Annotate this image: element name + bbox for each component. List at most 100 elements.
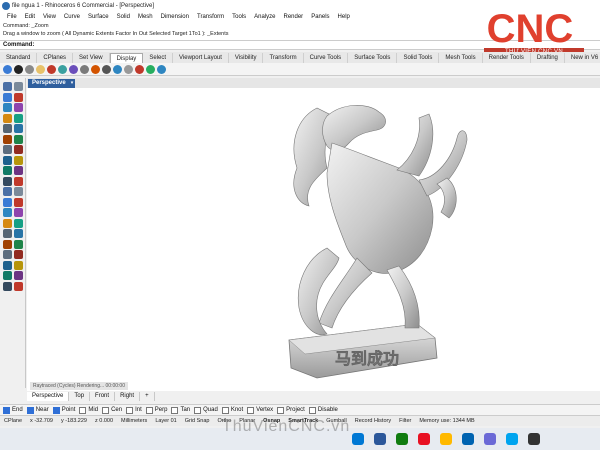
tool-icon[interactable] — [3, 239, 12, 249]
status-filter[interactable]: Filter — [395, 418, 415, 424]
osnap-checkbox[interactable] — [171, 406, 179, 414]
taskbar-app-icon[interactable] — [528, 433, 540, 445]
tool-icon[interactable] — [14, 103, 23, 112]
osnap-checkbox[interactable] — [102, 406, 110, 414]
menu-edit[interactable]: Edit — [21, 14, 39, 20]
status-layer[interactable]: Layer 01 — [151, 418, 180, 424]
display-mode-icon[interactable] — [3, 64, 12, 74]
taskbar-app-icon[interactable] — [462, 433, 474, 445]
tool-icon[interactable] — [14, 250, 23, 259]
tab-display[interactable]: Display — [109, 53, 144, 63]
osnap-checkbox[interactable] — [145, 406, 153, 414]
display-mode-icon[interactable] — [47, 64, 56, 74]
taskbar-app-icon[interactable] — [418, 433, 430, 445]
display-mode-icon[interactable] — [69, 64, 78, 74]
menu-surface[interactable]: Surface — [84, 14, 113, 20]
tab-solid-tools[interactable]: Solid Tools — [397, 53, 440, 63]
osnap-checkbox[interactable] — [308, 406, 316, 414]
osnap-disable[interactable]: Disable — [308, 406, 338, 414]
display-mode-icon[interactable] — [14, 64, 23, 74]
tool-icon[interactable] — [3, 92, 12, 102]
tool-icon[interactable] — [3, 166, 12, 175]
osnap-checkbox[interactable] — [126, 406, 134, 414]
status-units[interactable]: Millimeters — [117, 418, 151, 424]
menu-view[interactable]: View — [39, 14, 60, 20]
display-mode-icon[interactable] — [58, 64, 67, 74]
tool-icon[interactable] — [14, 208, 23, 217]
tool-icon[interactable] — [3, 229, 12, 238]
tab-select[interactable]: Select — [143, 53, 173, 63]
status-cplane[interactable]: CPlane — [0, 418, 26, 424]
tab-cplanes[interactable]: CPlanes — [37, 53, 74, 63]
tab-visibility[interactable]: Visibility — [229, 53, 264, 63]
taskbar-app-icon[interactable] — [506, 433, 518, 445]
viewport-tab-perspective[interactable]: Perspective — [27, 391, 70, 401]
tab-new-in-v6[interactable]: New in V6 — [565, 53, 600, 63]
osnap-checkbox[interactable] — [194, 406, 202, 414]
status-grid-snap[interactable]: Grid Snap — [181, 418, 214, 424]
osnap-checkbox[interactable] — [247, 406, 255, 414]
tab-standard[interactable]: Standard — [0, 53, 38, 63]
osnap-checkbox[interactable] — [52, 406, 60, 414]
viewport-tab-right[interactable]: Right — [115, 391, 141, 401]
osnap-mid[interactable]: Mid — [79, 406, 98, 414]
osnap-checkbox[interactable] — [221, 406, 229, 414]
tool-icon[interactable] — [14, 176, 23, 186]
viewport-title[interactable]: Perspective — [28, 79, 70, 88]
menu-transform[interactable]: Transform — [193, 14, 228, 20]
tool-icon[interactable] — [3, 82, 12, 91]
display-mode-icon[interactable] — [113, 64, 122, 74]
tool-icon[interactable] — [3, 113, 12, 123]
tool-icon[interactable] — [3, 281, 12, 291]
osnap-checkbox[interactable] — [79, 406, 87, 414]
taskbar-app-icon[interactable] — [396, 433, 408, 445]
osnap-checkbox[interactable] — [277, 406, 285, 414]
menu-help[interactable]: Help — [334, 14, 354, 20]
tab-drafting[interactable]: Drafting — [531, 53, 565, 63]
menu-analyze[interactable]: Analyze — [250, 14, 279, 20]
tab-curve-tools[interactable]: Curve Tools — [304, 53, 349, 63]
tab-render-tools[interactable]: Render Tools — [483, 53, 531, 63]
menu-curve[interactable]: Curve — [60, 14, 84, 20]
osnap-point[interactable]: Point — [52, 406, 75, 414]
menu-tools[interactable]: Tools — [228, 14, 250, 20]
osnap-near[interactable]: Near — [26, 406, 49, 414]
display-mode-icon[interactable] — [36, 64, 45, 74]
tool-icon[interactable] — [14, 113, 23, 123]
menu-file[interactable]: File — [3, 14, 21, 20]
display-mode-icon[interactable] — [102, 64, 111, 74]
osnap-knot[interactable]: Knot — [221, 406, 243, 414]
osnap-perp[interactable]: Perp — [145, 406, 167, 414]
osnap-tan[interactable]: Tan — [171, 406, 190, 414]
tool-icon[interactable] — [14, 145, 23, 154]
status-record-history[interactable]: Record History — [351, 418, 395, 424]
perspective-viewport[interactable]: 马到成功 — [27, 88, 600, 391]
viewport-tab-top[interactable]: Top — [69, 391, 91, 401]
display-mode-icon[interactable] — [135, 64, 144, 74]
display-mode-icon[interactable] — [80, 64, 89, 74]
menu-render[interactable]: Render — [280, 14, 308, 20]
taskbar-app-icon[interactable] — [440, 433, 452, 445]
tab-set-view[interactable]: Set View — [73, 53, 110, 63]
menu-mesh[interactable]: Mesh — [134, 14, 157, 20]
tool-icon[interactable] — [14, 197, 23, 207]
osnap-vertex[interactable]: Vertex — [247, 406, 273, 414]
tool-icon[interactable] — [14, 260, 23, 270]
tab-mesh-tools[interactable]: Mesh Tools — [439, 53, 483, 63]
tool-icon[interactable] — [14, 229, 23, 238]
display-mode-icon[interactable] — [146, 64, 155, 74]
tool-icon[interactable] — [3, 134, 12, 144]
taskbar-app-icon[interactable] — [352, 433, 364, 445]
tool-icon[interactable] — [3, 271, 12, 280]
tool-icon[interactable] — [14, 239, 23, 249]
osnap-checkbox[interactable] — [3, 406, 10, 414]
tool-icon[interactable] — [14, 124, 23, 133]
chevron-down-icon[interactable]: ▾ — [69, 79, 75, 88]
tool-icon[interactable] — [14, 92, 23, 102]
menu-dimension[interactable]: Dimension — [157, 14, 193, 20]
osnap-quad[interactable]: Quad — [194, 406, 218, 414]
tool-icon[interactable] — [14, 155, 23, 165]
tool-icon[interactable] — [3, 218, 12, 228]
tool-icon[interactable] — [14, 271, 23, 280]
tool-icon[interactable] — [3, 208, 12, 217]
